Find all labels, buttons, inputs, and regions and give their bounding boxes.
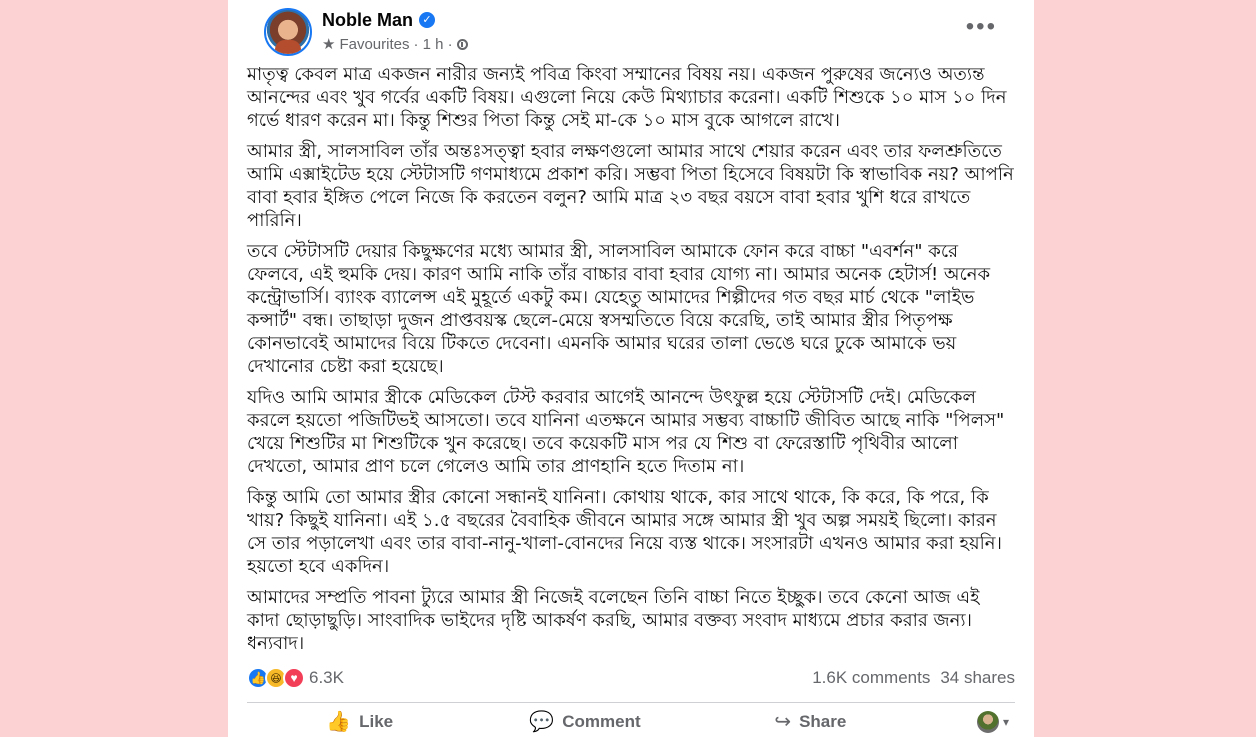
share-button[interactable]: ↪ Share (698, 707, 923, 737)
reaction-count-group[interactable]: 👍 😆 ♥ 6.3K (247, 667, 344, 689)
like-label: Like (359, 711, 394, 731)
facebook-post-card: Noble Man ✓ ★ Favourites · 1 h · ••• মাত… (228, 0, 1034, 737)
share-arrow-icon: ↪ (774, 710, 792, 733)
actions-divider (247, 702, 1015, 703)
post-paragraph: যদিও আমি আমার স্ত্রীকে মেডিকেল টেস্ট করব… (247, 387, 1005, 477)
love-reaction-icon: ♥ (283, 667, 305, 689)
engagement-counts: 1.6K comments 34 shares (812, 668, 1015, 688)
comments-count[interactable]: 1.6K comments (812, 668, 930, 688)
reaction-summary: 👍 😆 ♥ 6.3K 1.6K comments 34 shares (247, 664, 1015, 692)
star-icon: ★ (322, 36, 336, 53)
post-actions: 👍 Like 💬 Comment ↪ Share ▾ (247, 706, 1015, 737)
reaction-icons: 👍 😆 ♥ (247, 667, 305, 689)
post-paragraph: আমার স্ত্রী, সালসাবিল তাঁর অন্তঃসত্ত্বা … (247, 141, 1014, 231)
chevron-down-icon: ▾ (1002, 714, 1009, 729)
like-button[interactable]: 👍 Like (247, 707, 472, 737)
comment-button[interactable]: 💬 Comment (472, 707, 697, 737)
author-name-row: Noble Man ✓ (322, 10, 436, 30)
reaction-count[interactable]: 6.3K (309, 668, 344, 688)
user-avatar (976, 710, 999, 733)
post-header: Noble Man ✓ ★ Favourites · 1 h · ••• (247, 0, 1015, 62)
author-avatar[interactable] (264, 8, 312, 56)
post-paragraph: মাতৃত্ব কেবল মাত্র একজন নারীর জন্যই পবিত… (247, 64, 1007, 131)
comment-bubble-icon: 💬 (529, 710, 555, 733)
shares-count[interactable]: 34 shares (940, 668, 1015, 688)
verified-check-icon: ✓ (419, 12, 436, 28)
author-name[interactable]: Noble Man (322, 10, 413, 30)
more-options-button[interactable]: ••• (966, 15, 997, 39)
reaction-avatar-menu[interactable]: ▾ (923, 710, 1015, 733)
comment-label: Comment (562, 711, 641, 731)
post-text: মাতৃত্ব কেবল মাত্র একজন নারীর জন্যই পবিত… (247, 63, 1015, 663)
thumb-up-icon: 👍 (326, 710, 352, 733)
share-label: Share (799, 711, 847, 731)
post-time[interactable]: · 1 h · (413, 36, 452, 53)
post-paragraph: তবে স্টেটাসটি দেয়ার কিছুক্ষণের মধ্যে আম… (247, 241, 991, 377)
page-background: Noble Man ✓ ★ Favourites · 1 h · ••• মাত… (0, 0, 1256, 737)
globe-icon[interactable] (456, 38, 468, 50)
post-paragraph: আমাদের সম্প্রতি পাবনা ট্যুরে আমার স্ত্রী… (247, 587, 980, 654)
post-meta: ★ Favourites · 1 h · (322, 35, 468, 53)
post-paragraph: কিন্তু আমি তো আমার স্ত্রীর কোনো সন্ধানই … (247, 487, 1002, 577)
audience-label[interactable]: Favourites (339, 36, 409, 53)
